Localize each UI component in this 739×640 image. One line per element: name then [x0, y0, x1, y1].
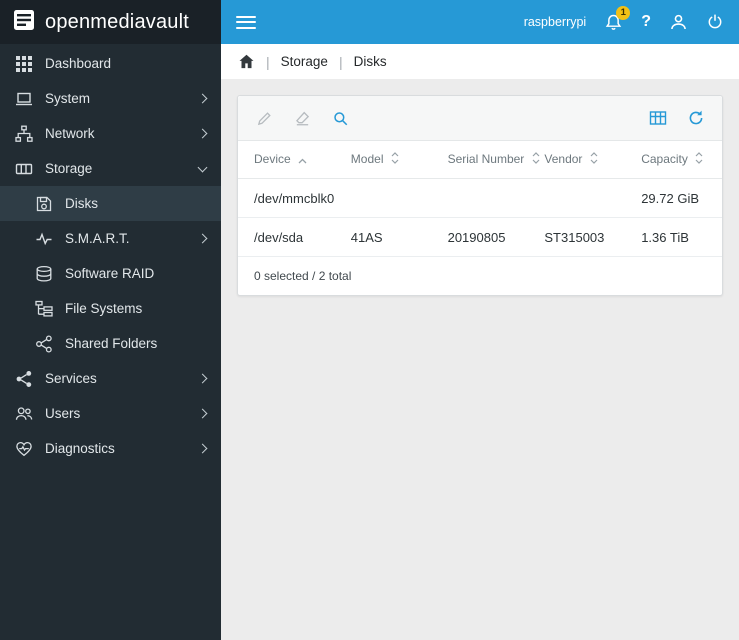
- sidebar-item-label: Network: [45, 126, 95, 141]
- sidebar-item-label: S.M.A.R.T.: [65, 231, 130, 246]
- notification-count-badge: 1: [616, 5, 631, 20]
- breadcrumb: | Storage | Disks: [221, 44, 739, 79]
- storage-icon: [15, 160, 33, 178]
- raid-layers-icon: [35, 265, 53, 283]
- sort-ascending-icon: [298, 153, 307, 167]
- sidebar-item-storage[interactable]: Storage: [0, 151, 221, 186]
- cell-vendor: ST315003: [528, 217, 626, 258]
- chevron-right-icon: [197, 128, 208, 139]
- file-tree-icon: [35, 300, 53, 318]
- search-button[interactable]: [328, 106, 352, 130]
- sidebar-item-label: Shared Folders: [65, 336, 158, 351]
- cell-capacity: 1.36 TiB: [625, 217, 722, 258]
- dashboard-icon: [15, 55, 33, 73]
- column-header-serial-number[interactable]: Serial Number: [431, 141, 540, 180]
- sidebar-item-system[interactable]: System: [0, 81, 221, 116]
- sidebar-item-label: Storage: [45, 161, 93, 176]
- chevron-right-icon: [197, 93, 208, 104]
- breadcrumb-separator: |: [338, 53, 343, 70]
- topbar: raspberrypi 1 ?: [221, 0, 739, 44]
- sidebar-item-disks[interactable]: Disks: [0, 186, 221, 221]
- chevron-right-icon: [197, 233, 208, 244]
- menu-toggle-icon[interactable]: [236, 12, 256, 32]
- sidebar: openmediavault Dashboard System Network …: [0, 0, 221, 640]
- content-area: Device Model Serial Number Vendor Capaci…: [221, 79, 739, 640]
- breadcrumb-item-disks: Disks: [353, 54, 387, 69]
- sidebar-item-network[interactable]: Network: [0, 116, 221, 151]
- home-icon[interactable]: [238, 53, 255, 70]
- sidebar-item-label: Software RAID: [65, 266, 155, 281]
- sidebar-item-label: Users: [45, 406, 81, 421]
- user-account-icon[interactable]: [669, 13, 688, 32]
- sort-icon: [695, 152, 703, 167]
- disk-icon: [35, 195, 53, 213]
- cell-serial: 20190805: [431, 217, 529, 258]
- sidebar-item-file-systems[interactable]: File Systems: [0, 291, 221, 326]
- sidebar-item-label: Dashboard: [45, 56, 112, 71]
- openmediavault-logo-icon: [12, 8, 36, 37]
- disks-table: Device Model Serial Number Vendor Capaci…: [238, 141, 722, 258]
- table-row[interactable]: /dev/sda 41AS 20190805 ST315003 1.36 TiB: [238, 217, 722, 258]
- sidebar-item-label: Disks: [65, 196, 98, 211]
- cell-serial: [431, 178, 529, 219]
- help-icon[interactable]: ?: [641, 14, 651, 30]
- disks-panel: Device Model Serial Number Vendor Capaci…: [237, 95, 723, 297]
- sidebar-item-diagnostics[interactable]: Diagnostics: [0, 431, 221, 466]
- column-header-capacity[interactable]: Capacity: [625, 141, 722, 180]
- app-logo: openmediavault: [0, 0, 221, 44]
- column-config-button[interactable]: [646, 106, 670, 130]
- sidebar-item-dashboard[interactable]: Dashboard: [0, 46, 221, 81]
- services-share-icon: [15, 370, 33, 388]
- sidebar-item-shared-folders[interactable]: Shared Folders: [0, 326, 221, 361]
- chevron-right-icon: [197, 443, 208, 454]
- sidebar-item-label: Diagnostics: [45, 441, 115, 456]
- cell-model: [334, 178, 432, 219]
- cell-vendor: [528, 178, 626, 219]
- breadcrumb-item-storage[interactable]: Storage: [281, 54, 328, 69]
- sidebar-item-software-raid[interactable]: Software RAID: [0, 256, 221, 291]
- chevron-right-icon: [197, 408, 208, 419]
- cell-model: 41AS: [334, 217, 432, 258]
- disks-toolbar: [238, 96, 722, 141]
- wipe-eraser-button[interactable]: [290, 106, 314, 130]
- power-icon[interactable]: [706, 13, 724, 31]
- sidebar-item-label: Services: [45, 371, 97, 386]
- users-icon: [15, 405, 33, 423]
- main-column: raspberrypi 1 ? | Storage | Disks Device…: [221, 0, 739, 640]
- sort-icon: [391, 152, 399, 167]
- cell-device: /dev/sda: [238, 217, 335, 258]
- selection-summary: 0 selected / 2 total: [254, 269, 352, 284]
- refresh-button[interactable]: [684, 106, 708, 130]
- smart-pulse-icon: [35, 230, 53, 248]
- cell-device: /dev/mmcblk0: [238, 178, 335, 219]
- chevron-down-icon: [197, 162, 208, 172]
- column-header-vendor[interactable]: Vendor: [528, 141, 626, 180]
- column-header-device[interactable]: Device: [238, 141, 335, 180]
- sidebar-item-smart[interactable]: S.M.A.R.T.: [0, 221, 221, 256]
- notifications-bell-icon[interactable]: 1: [604, 5, 631, 32]
- system-icon: [15, 90, 33, 108]
- table-header-row: Device Model Serial Number Vendor Capaci…: [238, 141, 722, 180]
- sort-icon: [590, 152, 598, 167]
- chevron-right-icon: [197, 373, 208, 384]
- sidebar-item-services[interactable]: Services: [0, 361, 221, 396]
- diagnostics-heart-icon: [15, 440, 33, 458]
- network-icon: [15, 125, 33, 143]
- breadcrumb-separator: |: [266, 53, 270, 70]
- share-icon: [35, 334, 53, 353]
- hostname-label: raspberrypi: [523, 15, 587, 29]
- sidebar-item-users[interactable]: Users: [0, 396, 221, 431]
- sidebar-item-label: File Systems: [65, 301, 143, 316]
- sort-icon: [532, 152, 540, 167]
- sidebar-item-label: System: [45, 91, 91, 106]
- edit-button[interactable]: [252, 106, 276, 130]
- column-header-model[interactable]: Model: [334, 141, 432, 180]
- table-row[interactable]: /dev/mmcblk0 29.72 GiB: [238, 178, 722, 219]
- sidebar-menu: Dashboard System Network Storage Disks S…: [0, 44, 221, 466]
- cell-capacity: 29.72 GiB: [625, 178, 722, 219]
- app-title: openmediavault: [45, 10, 190, 33]
